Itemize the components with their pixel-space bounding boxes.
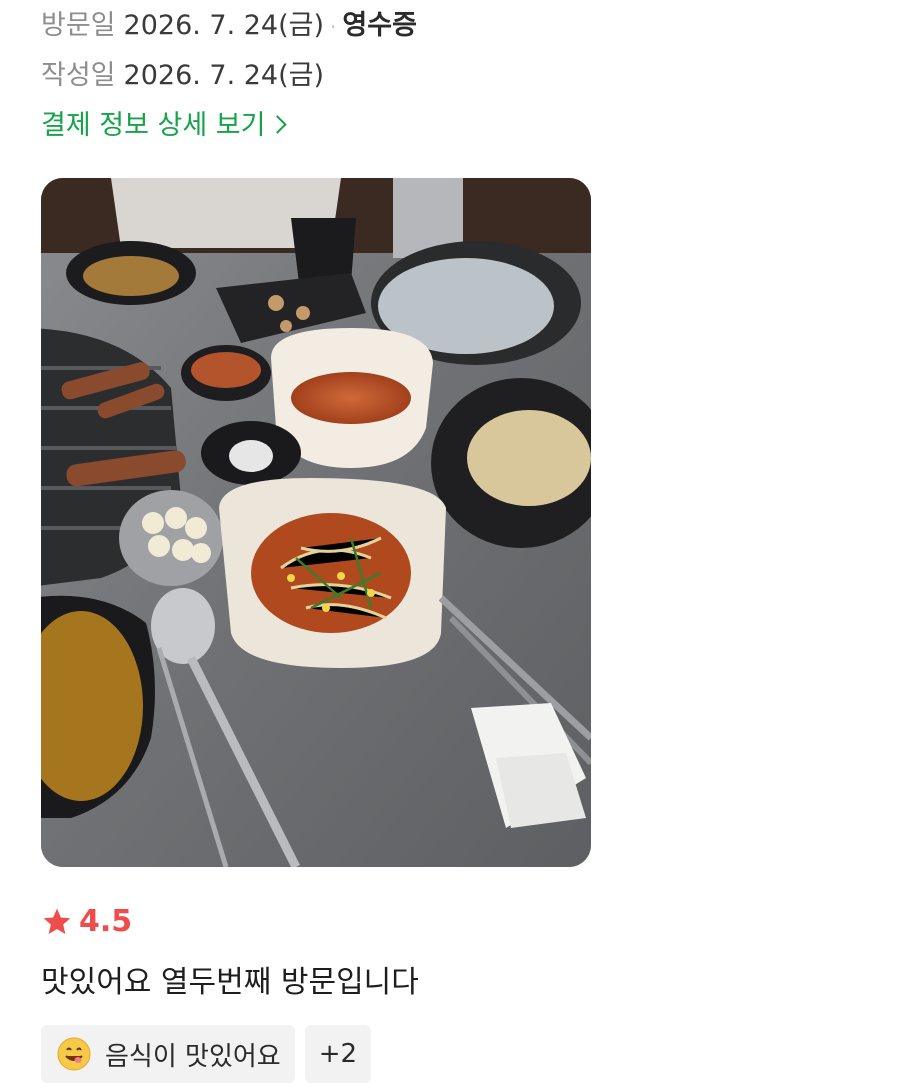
- star-icon: [43, 908, 71, 934]
- chevron-right-icon: [268, 115, 288, 134]
- food-photo-illustration: [41, 178, 591, 867]
- visit-date-row: 방문일 2026. 7. 24(금) · 영수증: [41, 8, 417, 45]
- keyword-tags: 음식이 맛있어요 +2: [41, 1025, 372, 1083]
- tag-label: 음식이 맛있어요: [105, 1041, 281, 1072]
- payment-detail-link[interactable]: 결제 정보 상세 보기: [41, 108, 288, 144]
- visit-date-value: 2026. 7. 24(금): [123, 10, 325, 41]
- receipt-badge: 영수증: [342, 10, 417, 41]
- separator-dot: ·: [330, 14, 337, 39]
- yum-face-icon: [57, 1037, 91, 1071]
- written-date-label: 작성일: [41, 60, 116, 91]
- payment-detail-label: 결제 정보 상세 보기: [41, 110, 266, 141]
- more-tags-button[interactable]: +2: [304, 1025, 372, 1083]
- more-tags-count: +2: [318, 1039, 358, 1069]
- visit-date-label: 방문일: [41, 10, 116, 41]
- rating-value: 4.5: [79, 904, 133, 939]
- written-date-value: 2026. 7. 24(금): [123, 60, 325, 91]
- written-date-row: 작성일 2026. 7. 24(금): [41, 58, 324, 94]
- review-photo[interactable]: [41, 178, 591, 867]
- review-text: 맛있어요 열두번째 방문입니다: [41, 965, 419, 1000]
- tag-tasty-food[interactable]: 음식이 맛있어요: [41, 1025, 295, 1083]
- rating: 4.5: [41, 903, 132, 941]
